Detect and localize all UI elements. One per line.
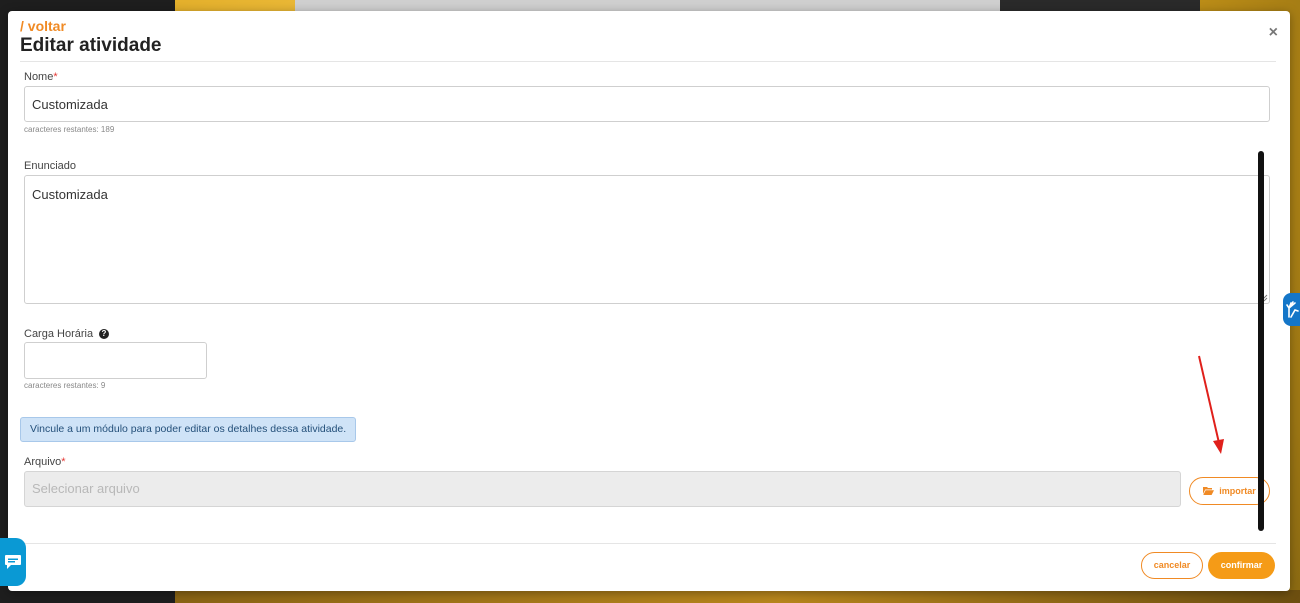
nome-remaining: caracteres restantes: 189 xyxy=(24,125,115,134)
nome-input[interactable] xyxy=(24,86,1270,122)
carga-horaria-input[interactable] xyxy=(24,342,207,379)
info-alert: Vincule a um módulo para poder editar os… xyxy=(20,417,357,442)
required-mark: * xyxy=(61,456,66,468)
arquivo-label-text: Arquivo xyxy=(24,456,62,468)
close-icon[interactable]: × xyxy=(1269,24,1278,42)
file-select-field[interactable]: Selecionar arquivo xyxy=(24,471,1181,507)
chat-icon xyxy=(5,555,21,569)
footer-divider xyxy=(20,543,1276,544)
chat-button[interactable] xyxy=(0,538,26,586)
folder-open-icon xyxy=(1203,487,1215,495)
header-divider xyxy=(20,61,1276,62)
accessibility-hands-icon xyxy=(1286,301,1299,318)
carga-horaria-label: Carga Horária xyxy=(24,328,94,340)
enunciado-textarea[interactable]: Customizada xyxy=(24,175,1270,304)
cancel-button[interactable]: cancelar xyxy=(1141,552,1203,579)
arquivo-label: Arquivo* xyxy=(24,456,66,468)
nome-label: Nome* xyxy=(24,71,58,83)
accessibility-button[interactable] xyxy=(1283,293,1300,326)
background-bottom xyxy=(0,590,1300,603)
back-link[interactable]: / voltar xyxy=(20,18,66,34)
carga-horaria-remaining: caracteres restantes: 9 xyxy=(24,381,106,390)
edit-activity-modal: / voltar Editar atividade × Nome* caract… xyxy=(8,11,1290,591)
import-button-label: importar xyxy=(1219,486,1256,496)
enunciado-label: Enunciado xyxy=(24,160,76,172)
annotation-arrow xyxy=(1198,355,1224,454)
confirm-button[interactable]: confirmar xyxy=(1208,552,1275,579)
scrollbar[interactable] xyxy=(1258,151,1264,531)
modal-title: Editar atividade xyxy=(20,35,162,56)
help-icon[interactable]: ? xyxy=(99,329,109,339)
required-mark: * xyxy=(53,71,58,83)
nome-label-text: Nome xyxy=(24,71,54,83)
